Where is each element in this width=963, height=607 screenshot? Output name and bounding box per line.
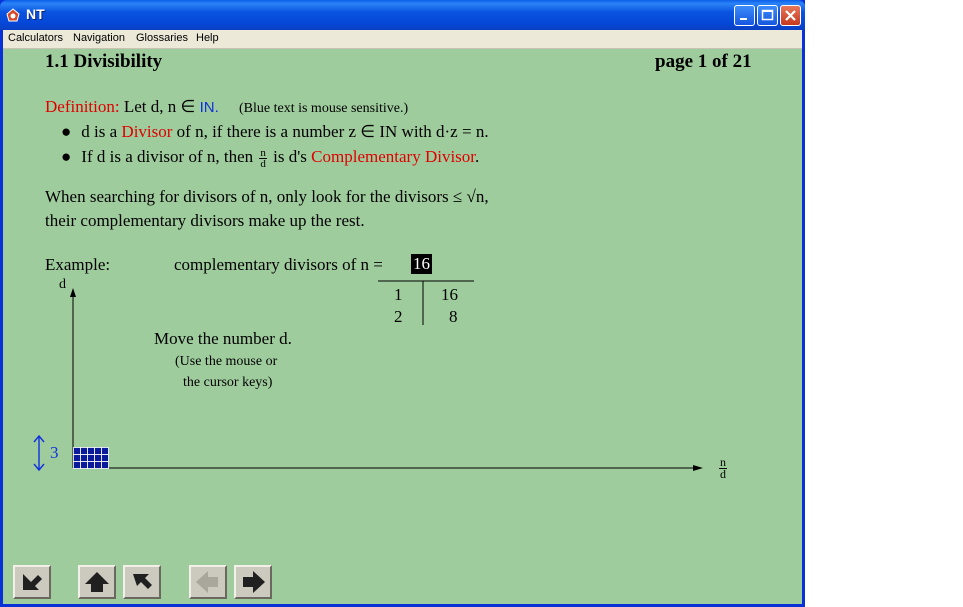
grid-cell (94, 454, 102, 462)
app-window: NT Calculators Navigation Glossaries Hel… (0, 0, 805, 607)
grid-cell (87, 461, 95, 469)
move-d-arrow-icon[interactable] (31, 433, 47, 473)
divisor-rectangle[interactable] (73, 447, 119, 469)
graph-axes (70, 288, 703, 471)
maximize-button[interactable] (757, 5, 778, 26)
app-icon (6, 8, 20, 22)
back-icon (133, 574, 152, 589)
window-title: NT (26, 6, 45, 22)
next-button[interactable] (234, 565, 272, 599)
close-icon (785, 10, 796, 21)
minimize-icon (740, 18, 747, 20)
grid-cell (73, 447, 81, 455)
grid-cell (73, 461, 81, 469)
title-bar[interactable]: NT (0, 0, 805, 30)
previous-button[interactable] (189, 565, 227, 599)
x-axis-den: d (720, 467, 726, 481)
grid-cell (80, 447, 88, 455)
minimize-button[interactable] (734, 5, 755, 26)
up-icon (85, 572, 109, 592)
menu-navigation[interactable]: Navigation (73, 32, 125, 44)
maximize-icon (761, 9, 774, 21)
grid-cell (73, 454, 81, 462)
grid-cell (94, 461, 102, 469)
grid-cell (101, 454, 109, 462)
up-button[interactable] (78, 565, 116, 599)
next-icon (243, 571, 265, 593)
grid-cell (101, 461, 109, 469)
first-page-button[interactable] (13, 565, 51, 599)
menu-help[interactable]: Help (196, 32, 219, 44)
x-axis-label: nd (717, 456, 729, 481)
back-button[interactable] (123, 565, 161, 599)
grid-cell (87, 447, 95, 455)
grid-cell (94, 447, 102, 455)
grid-cell (80, 454, 88, 462)
d-value[interactable]: 3 (50, 443, 59, 463)
first-page-icon (23, 574, 42, 590)
content-area: 1.1 Divisibility page 1 of 21 Definition… (3, 49, 802, 604)
close-button[interactable] (780, 5, 801, 26)
menu-calculators[interactable]: Calculators (8, 32, 63, 44)
grid-cell (101, 447, 109, 455)
grid-cell (80, 461, 88, 469)
menu-glossaries[interactable]: Glossaries (136, 32, 188, 44)
grid-cell (87, 454, 95, 462)
menu-bar: Calculators Navigation Glossaries Help (3, 30, 802, 49)
previous-icon (196, 571, 218, 593)
